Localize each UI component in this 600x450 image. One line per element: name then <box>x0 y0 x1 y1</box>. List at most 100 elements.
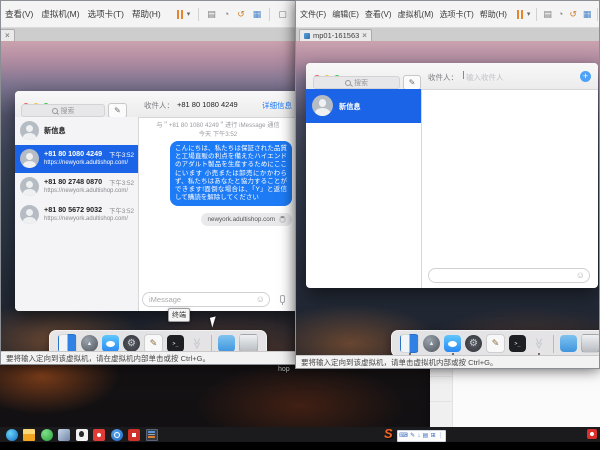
message-input-field[interactable] <box>433 270 573 281</box>
terminal-icon[interactable]: >_ <box>167 335 184 352</box>
conversation-title: +81 80 5672 9032 <box>44 205 102 214</box>
sogou-keyboard-icon[interactable]: ⌨ <box>399 433 408 439</box>
link-preview-bubble[interactable]: newyork.adultishop.com <box>201 213 292 226</box>
loading-spinner-icon <box>279 216 286 223</box>
terminal-icon[interactable]: >_ <box>509 335 526 352</box>
emoji-icon[interactable]: ☺ <box>256 295 265 304</box>
menu-help[interactable]: 帮助(H) <box>132 8 161 20</box>
emoji-icon[interactable]: ☺ <box>576 271 585 280</box>
compose-button[interactable]: ✎ <box>403 75 421 90</box>
to-placeholder[interactable]: 输入收件人 <box>466 72 504 83</box>
send-cad-icon[interactable]: ▤ <box>207 10 216 19</box>
taskbar-itunes-icon[interactable] <box>76 429 88 441</box>
trash-icon[interactable] <box>581 334 600 353</box>
search-icon <box>345 80 351 86</box>
sogou-download-icon[interactable]: ↓ <box>417 433 420 439</box>
taskbar-vmware-icon-active[interactable] <box>146 429 158 441</box>
conversation-title: +81 80 1080 4249 <box>44 149 102 158</box>
messages-titlebar[interactable]: 搜索 ✎ 收件人： +81 80 1080 4249 详细信息 <box>15 91 298 118</box>
add-recipient-button[interactable]: + <box>580 71 591 82</box>
vmware-statusbar: 要将输入定向到该虚拟机，请在虚拟机内部单击或按 Ctrl+G。 <box>1 351 298 364</box>
sogou-pen-icon[interactable]: ✎ <box>410 433 415 439</box>
menu-view[interactable]: 查看(V) <box>365 9 392 20</box>
microphone-icon[interactable] <box>280 295 285 303</box>
vm-tab[interactable]: mp01-161563 × <box>299 29 372 41</box>
to-value[interactable]: +81 80 1080 4249 <box>177 100 238 109</box>
show-library-icon[interactable]: ▢ <box>278 10 287 19</box>
vm-icon <box>304 33 310 39</box>
pause-vm-button[interactable]: ▾ <box>517 10 531 19</box>
taskbar-blue-app-icon[interactable] <box>58 429 70 441</box>
taskbar-green-app-icon[interactable] <box>41 429 53 441</box>
close-tab-icon[interactable]: × <box>362 31 367 40</box>
taskbar-browser-icon[interactable] <box>111 429 123 441</box>
menu-help[interactable]: 帮助(H) <box>480 9 507 20</box>
prompt-icon: >_ <box>514 341 520 347</box>
system-preferences-icon[interactable]: ⚙ <box>465 335 482 352</box>
downloads-folder-icon[interactable] <box>560 335 577 352</box>
launchpad-icon[interactable]: ▲ <box>423 335 440 352</box>
message-input-field[interactable] <box>147 294 253 305</box>
divider <box>421 89 422 288</box>
vm-tab-bar: × <box>1 28 298 42</box>
conversation-row-new[interactable]: 新信息 <box>15 117 138 145</box>
sogou-more-icon[interactable]: ⋮ <box>438 433 444 439</box>
send-cad-icon[interactable]: ▤ <box>543 10 552 19</box>
caret-down-icon: ▾ <box>527 10 531 18</box>
menu-view[interactable]: 查看(V) <box>5 8 33 20</box>
tray-red-icon[interactable] <box>587 429 597 439</box>
menu-vm[interactable]: 虚拟机(M) <box>41 8 79 20</box>
vm-tab-partial[interactable]: × <box>1 29 15 41</box>
taskbar-red-app-2-icon[interactable] <box>128 429 140 441</box>
sogou-toolbar[interactable]: ⌨ ✎ ↓ ▤ ⊞ ⋮ <box>397 430 446 442</box>
search-input[interactable]: 搜索 <box>313 76 400 89</box>
conversation-row[interactable]: +81 80 2748 0870 下午3:52 https://newyork.… <box>15 173 138 201</box>
conversation-preview: https://newyork.adultishop.com/ <box>44 188 128 194</box>
menu-vm[interactable]: 虚拟机(M) <box>398 9 434 20</box>
system-preferences-icon[interactable]: ⚙ <box>123 335 140 352</box>
dock-divider <box>211 335 212 353</box>
messages-titlebar[interactable]: 搜索 ✎ 收件人： 输入收件人 + <box>306 63 598 90</box>
conversation-title: 新信息 <box>44 126 66 136</box>
divider <box>138 117 139 311</box>
messages-app-icon[interactable] <box>102 335 119 352</box>
snapshot-icon[interactable]: ◔ <box>558 10 563 19</box>
dock-tooltip: 终端 <box>168 308 190 322</box>
menu-file[interactable]: 文件(F) <box>300 9 326 20</box>
pause-vm-button[interactable]: ▾ <box>177 10 191 19</box>
details-link[interactable]: 详细信息 <box>262 100 292 111</box>
taskbar-file-explorer-icon[interactable] <box>23 429 35 441</box>
sogou-input-icon[interactable]: S <box>384 426 393 441</box>
launchpad-icon[interactable]: ▲ <box>81 335 98 352</box>
search-placeholder: 搜索 <box>354 78 368 88</box>
textedit-icon[interactable]: ✎ <box>486 334 505 353</box>
snapshot-manager-icon[interactable]: ▦ <box>253 10 262 19</box>
finder-icon[interactable] <box>400 334 419 353</box>
message-input[interactable]: ☺ <box>428 268 590 283</box>
conversation-row-selected[interactable]: 新信息 <box>306 89 421 123</box>
menu-edit[interactable]: 编辑(E) <box>332 9 359 20</box>
downloads-folder-icon[interactable] <box>218 335 235 352</box>
taskbar-edge-icon[interactable] <box>6 429 18 441</box>
messages-app-icon[interactable] <box>444 335 461 352</box>
conversation-row-selected[interactable]: +81 80 1080 4249 下午3:52 https://newyork.… <box>15 145 138 173</box>
sogou-grid-icon[interactable]: ⊞ <box>431 433 436 439</box>
search-input[interactable]: 搜索 <box>21 104 105 117</box>
sogou-board-icon[interactable]: ▤ <box>423 433 429 439</box>
menu-tabs[interactable]: 选项卡(T) <box>88 8 124 20</box>
stack-icon[interactable]: ≫ <box>188 335 205 352</box>
revert-snapshot-icon[interactable]: ↺ <box>237 10 245 19</box>
stack-icon[interactable]: ≫ <box>530 335 547 352</box>
divider <box>597 8 598 21</box>
compose-button[interactable]: ✎ <box>108 103 127 118</box>
message-input[interactable]: ☺ <box>142 292 270 307</box>
menu-tabs[interactable]: 选项卡(T) <box>440 9 474 20</box>
taskbar-red-app-icon[interactable] <box>93 429 105 441</box>
conversation-row[interactable]: +81 80 5672 9032 下午3:52 https://newyork.… <box>15 201 138 229</box>
to-label: 收件人： <box>144 100 174 111</box>
close-tab-icon[interactable]: × <box>5 31 10 40</box>
snapshot-manager-icon[interactable]: ▦ <box>583 10 592 19</box>
text-cursor <box>463 71 464 79</box>
snapshot-icon[interactable]: ◔ <box>224 10 229 19</box>
revert-snapshot-icon[interactable]: ↺ <box>569 10 577 19</box>
